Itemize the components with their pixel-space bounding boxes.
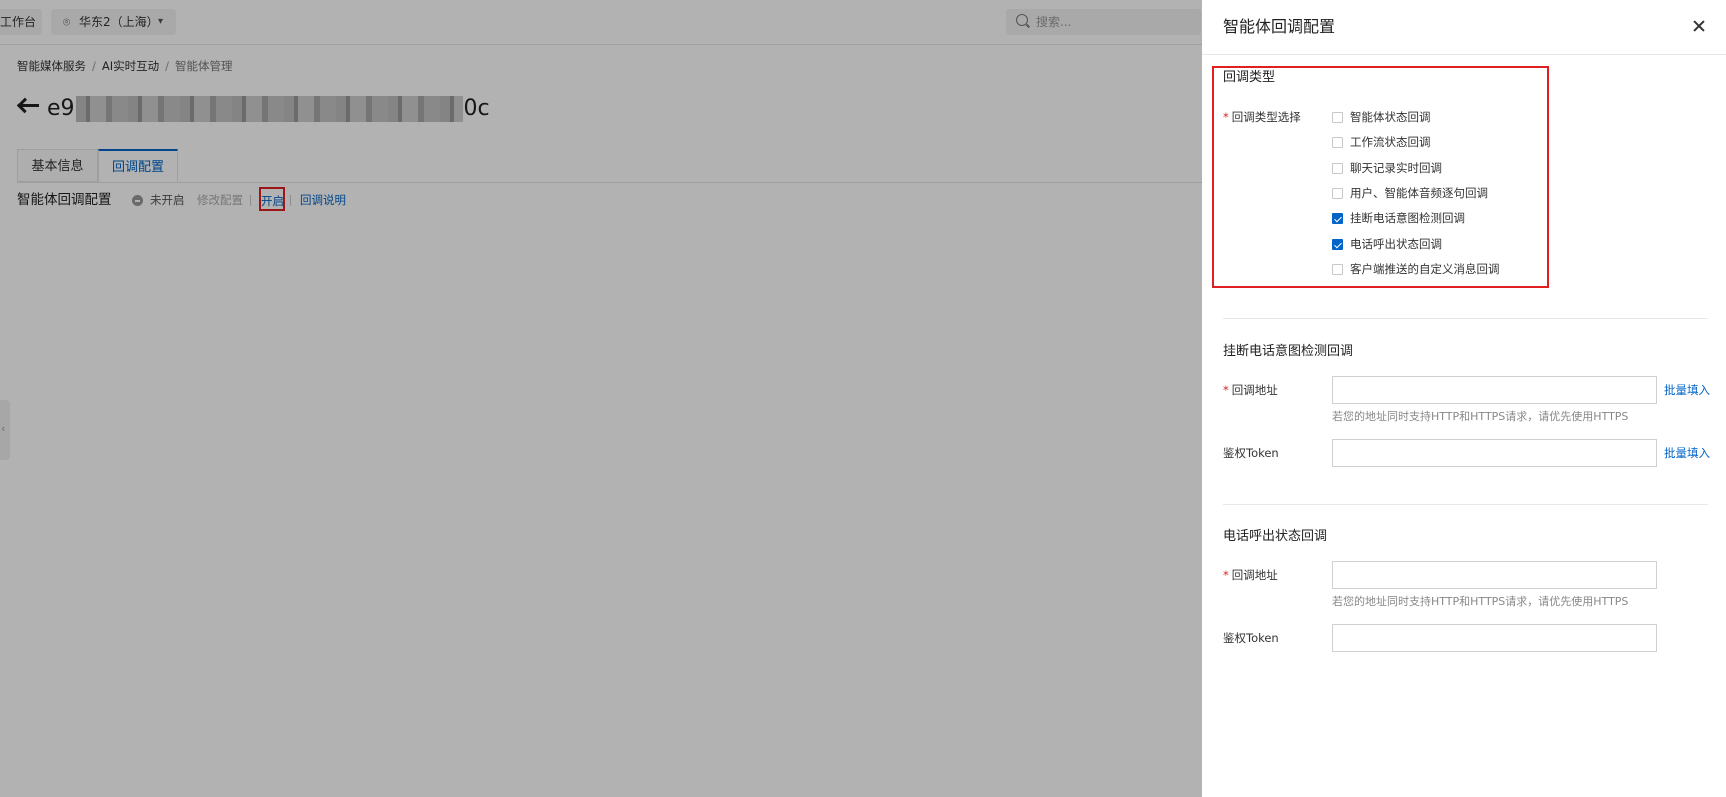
drawer-header: 智能体回调配置 [1202,0,1726,55]
callback-type-section-title: 回调类型 [1223,70,1276,85]
highlight-box [1212,66,1549,288]
auth-token-label: 鉴权Token [1223,446,1279,460]
callback-url-label-text: 回调地址 [1231,568,1278,582]
section-divider [1223,504,1708,505]
section-title-hangup: 挂断电话意图检测回调 [1223,344,1354,359]
callback-type-label-text: 回调类型选择 [1231,110,1301,124]
drawer-title: 智能体回调配置 [1223,17,1336,36]
required-mark: * [1223,110,1229,124]
batch-fill-link[interactable]: 批量填入 [1664,382,1710,398]
section-divider [1223,318,1708,319]
checkbox-unchecked[interactable] [1332,112,1343,123]
required-mark: * [1223,383,1229,397]
option-label: 工作流状态回调 [1350,135,1431,149]
checkbox-checked[interactable] [1332,239,1343,250]
auth-token-label: 鉴权Token [1223,631,1279,645]
callback-url-label: * 回调地址 [1223,567,1278,583]
callback-url-label-text: 回调地址 [1231,383,1278,397]
required-mark: * [1223,568,1229,582]
url-hint: 若您的地址同时支持HTTP和HTTPS请求，请优先使用HTTPS [1332,595,1629,608]
option-label: 客户端推送的自定义消息回调 [1350,262,1500,276]
checkbox-unchecked[interactable] [1332,163,1343,174]
option-label: 聊天记录实时回调 [1350,161,1442,175]
callback-url-label: * 回调地址 [1223,382,1278,398]
modal-overlay[interactable] [0,0,1202,797]
checkbox-unchecked[interactable] [1332,137,1343,148]
auth-token-input-hangup[interactable] [1332,439,1657,467]
callback-url-input-outbound[interactable] [1332,561,1657,589]
callback-url-input-hangup[interactable] [1332,376,1657,404]
callback-type-label: * 回调类型选择 [1223,109,1301,125]
checkbox-unchecked[interactable] [1332,264,1343,275]
url-hint: 若您的地址同时支持HTTP和HTTPS请求，请优先使用HTTPS [1332,410,1629,423]
auth-token-input-outbound[interactable] [1332,624,1657,652]
option-label: 用户、智能体音频逐句回调 [1350,186,1488,200]
option-label: 电话呼出状态回调 [1350,237,1442,251]
callback-config-drawer: 智能体回调配置 回调类型 * 回调类型选择 智能体状态回调 工作流状态回调 聊天记录实… [1202,0,1726,797]
close-icon[interactable] [1691,18,1707,34]
option-label: 智能体状态回调 [1350,110,1431,124]
option-label: 挂断电话意图检测回调 [1350,211,1465,225]
checkbox-unchecked[interactable] [1332,188,1343,199]
checkbox-checked[interactable] [1332,213,1343,224]
batch-fill-link[interactable]: 批量填入 [1664,445,1710,461]
section-title-outbound: 电话呼出状态回调 [1223,529,1328,544]
